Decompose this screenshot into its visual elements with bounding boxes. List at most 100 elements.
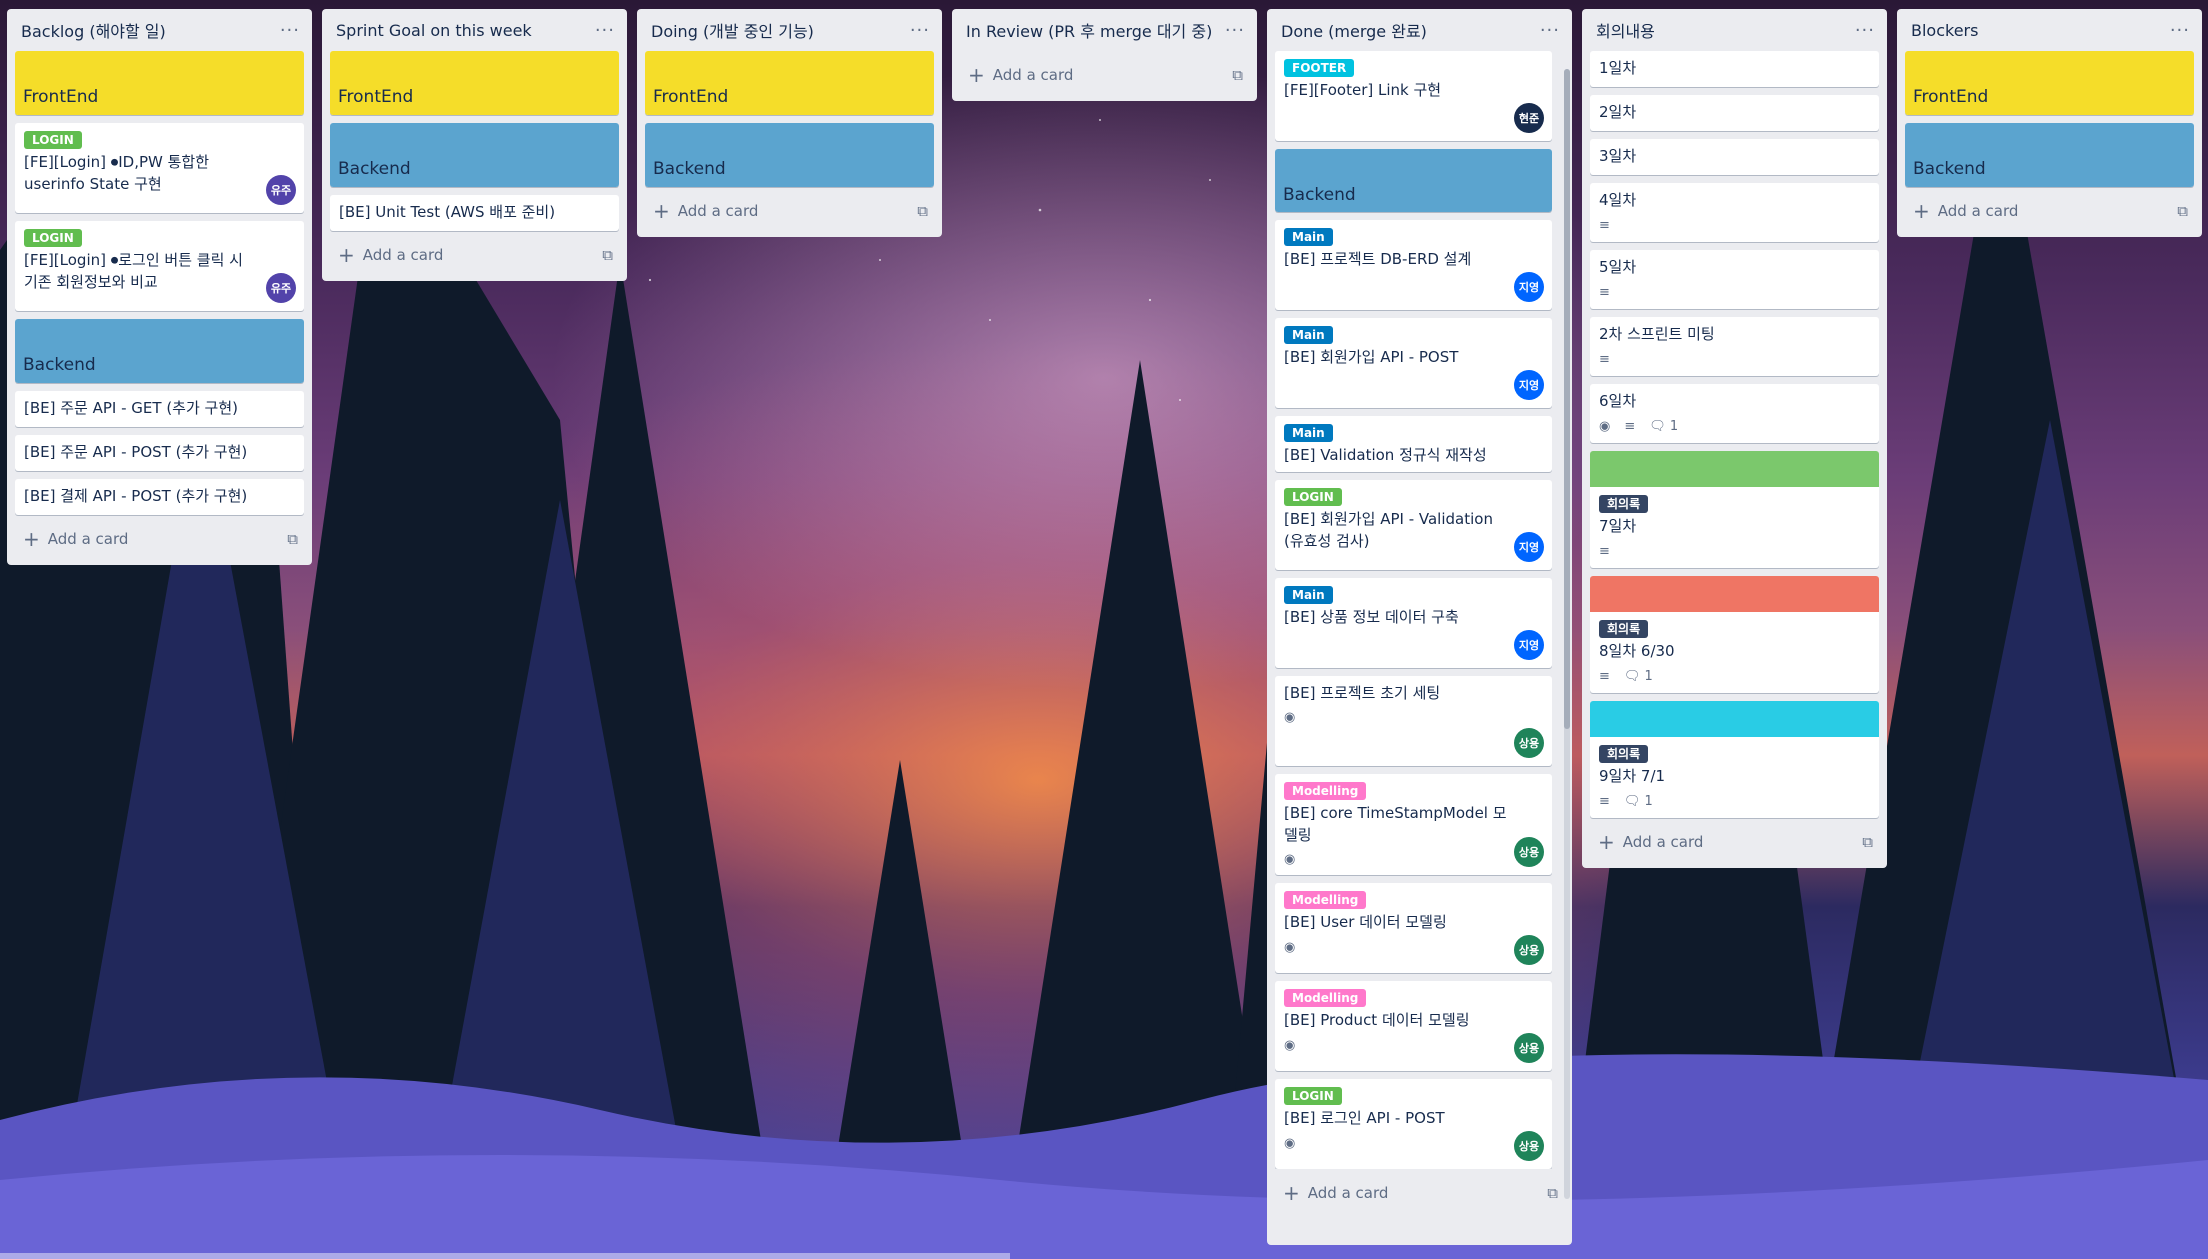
card-title: FrontEnd [645,51,934,115]
card[interactable]: Modelling [BE] Product 데이터 모델링 ◉ 상용 [1275,981,1552,1071]
card-title: [FE][Login] ⏺ID,PW 통합한 userinfo State 구현 [24,153,210,193]
card-title: 2일차 [1599,103,1637,121]
list-menu-button[interactable]: ··· [910,20,930,41]
list-menu-button[interactable]: ··· [1225,20,1245,41]
card[interactable]: LOGIN [BE] 로그인 API - POST ◉ 상용 [1275,1079,1552,1169]
list-menu-button[interactable]: ··· [1540,20,1560,41]
card-color-cover [1590,576,1879,612]
avatar[interactable]: 상용 [1514,837,1544,867]
card[interactable]: LOGIN [FE][Login] ⏺로그인 버튼 클릭 시 기존 회원정보와 비… [15,221,304,311]
avatar[interactable]: 현준 [1514,103,1544,133]
card-title: [BE] 회원가입 API - Validation (유효성 검사) [1284,509,1493,550]
description-icon: ≡ [1599,284,1610,300]
card-cover[interactable]: FrontEnd [645,51,934,115]
avatar[interactable]: 지영 [1514,531,1544,562]
add-card-button[interactable]: + Add a card ⧉ [1275,1175,1564,1211]
scrollbar-thumb[interactable] [1564,69,1570,729]
horizontal-scrollbar[interactable] [0,1253,1010,1259]
list-title[interactable]: 회의내용 [1596,18,1655,42]
add-card-button[interactable]: + Add a card ⧉ [330,237,619,273]
card[interactable]: LOGIN [FE][Login] ⏺ID,PW 통합한 userinfo Sta… [15,123,304,213]
add-card-button[interactable]: + Add a card ⧉ [960,57,1249,93]
avatar[interactable]: 상용 [1514,935,1544,965]
avatar[interactable]: 지영 [1514,369,1544,400]
card[interactable]: [BE] 결제 API - POST (추가 구현) [15,479,304,515]
card-cover[interactable]: FrontEnd [15,51,304,115]
card-cover[interactable]: Backend [645,123,934,187]
list-title[interactable]: Doing (개발 중인 기능) [651,18,814,42]
card[interactable]: 회의록 7일차 ≡ [1590,451,1879,568]
card-cover[interactable]: FrontEnd [330,51,619,115]
card[interactable]: Modelling [BE] User 데이터 모델링 ◉ 상용 [1275,883,1552,973]
add-card-button[interactable]: + Add a card ⧉ [1905,193,2194,229]
card-cover[interactable]: Backend [330,123,619,187]
avatar[interactable]: 유주 [266,273,296,303]
add-card-button[interactable]: + Add a card ⧉ [645,193,934,229]
list-title[interactable]: Done (merge 완료) [1281,18,1427,42]
add-card-button[interactable]: + Add a card ⧉ [15,521,304,557]
avatar[interactable]: 유주 [266,175,296,205]
add-card-left: + Add a card [1598,832,1703,852]
card[interactable]: 2일차 [1590,95,1879,131]
card-list: FOOTER [FE][Footer] Link 구현 현준 Backend Main [… [1275,51,1564,1169]
list-menu-button[interactable]: ··· [280,20,300,41]
card-template-icon[interactable]: ⧉ [602,246,613,264]
list-menu-button[interactable]: ··· [2170,20,2190,41]
card[interactable]: [BE] Unit Test (AWS 배포 준비) [330,195,619,231]
card[interactable]: Main [BE] Validation 정규식 재작성 [1275,415,1552,472]
list-menu-button[interactable]: ··· [1855,20,1875,41]
card[interactable]: FOOTER [FE][Footer] Link 구현 현준 [1275,51,1552,141]
list-title[interactable]: Backlog (해야할 일) [21,18,166,42]
card-label: Main [1284,585,1333,604]
watch-icon: ◉ [1284,1135,1296,1151]
card-template-icon[interactable]: ⧉ [1862,833,1873,851]
card[interactable]: 회의록 9일차 7/1 ≡ 🗨 1 [1590,701,1879,818]
card[interactable]: 3일차 [1590,139,1879,175]
card-template-icon[interactable]: ⧉ [2177,202,2188,220]
avatar[interactable]: 지영 [1514,271,1544,302]
card-body: 회의록 9일차 7/1 ≡ 🗨 1 [1590,737,1879,818]
card[interactable]: [BE] 프로젝트 초기 세팅 ◉ 상용 [1275,675,1552,766]
card[interactable]: [BE] 주문 API - POST (추가 구현) [15,435,304,471]
card-cover[interactable]: Backend [1275,149,1552,212]
avatar[interactable]: 상용 [1514,1033,1544,1063]
card[interactable]: Main [BE] 상품 정보 데이터 구축 지영 [1275,577,1552,668]
add-card-button[interactable]: + Add a card ⧉ [1590,824,1879,860]
card-label: Main [1284,325,1333,344]
card[interactable]: 4일차 ≡ [1590,183,1879,242]
card[interactable]: 회의록 8일차 6/30 ≡ 🗨 1 [1590,576,1879,693]
description-icon: ≡ [1599,351,1610,367]
card-title: [BE] Validation 정규식 재작성 [1284,445,1487,464]
card-cover[interactable]: Backend [1905,123,2194,187]
card-body: 회의록 7일차 ≡ [1590,487,1879,568]
card[interactable]: 2차 스프린트 미팅 ≡ [1590,317,1879,376]
card[interactable]: 6일차 ◉ ≡ 🗨 1 [1590,384,1879,443]
card[interactable]: Main [BE] 회원가입 API - POST 지영 [1275,317,1552,408]
card-badges: ≡ [1599,215,1870,235]
card-template-icon[interactable]: ⧉ [917,202,928,220]
list-menu-button[interactable]: ··· [595,20,615,41]
list-scrollbar[interactable] [1564,69,1570,1199]
list-header: Doing (개발 중인 기능) ··· [645,9,934,51]
card-template-icon[interactable]: ⧉ [1547,1184,1558,1202]
avatar[interactable]: 지영 [1514,629,1544,660]
card-template-icon[interactable]: ⧉ [287,530,298,548]
card-label: LOGIN [24,229,82,247]
card[interactable]: Main [BE] 프로젝트 DB-ERD 설계 지영 [1275,219,1552,310]
list-title[interactable]: Sprint Goal on this week [336,21,532,40]
card-cover[interactable]: Backend [15,319,304,383]
list-title[interactable]: Blockers [1911,21,1978,40]
add-card-label: Add a card [47,530,129,548]
list-title[interactable]: In Review (PR 후 merge 대기 중) [966,18,1212,42]
avatar[interactable]: 상용 [1514,1131,1544,1161]
card-template-icon[interactable]: ⧉ [1232,66,1243,84]
card[interactable]: Modelling [BE] core TimeStampModel 모델링 ◉ 상용 [1275,773,1552,875]
card[interactable]: [BE] 주문 API - GET (추가 구현) [15,391,304,427]
card[interactable]: 1일차 [1590,51,1879,87]
card[interactable]: LOGIN [BE] 회원가입 API - Validation (유효성 검사)… [1275,479,1552,570]
add-card-label: Add a card [992,66,1074,84]
card[interactable]: 5일차 ≡ [1590,250,1879,309]
avatar[interactable]: 상용 [1514,727,1544,758]
card-cover[interactable]: FrontEnd [1905,51,2194,115]
watch-icon: ◉ [1284,852,1296,868]
